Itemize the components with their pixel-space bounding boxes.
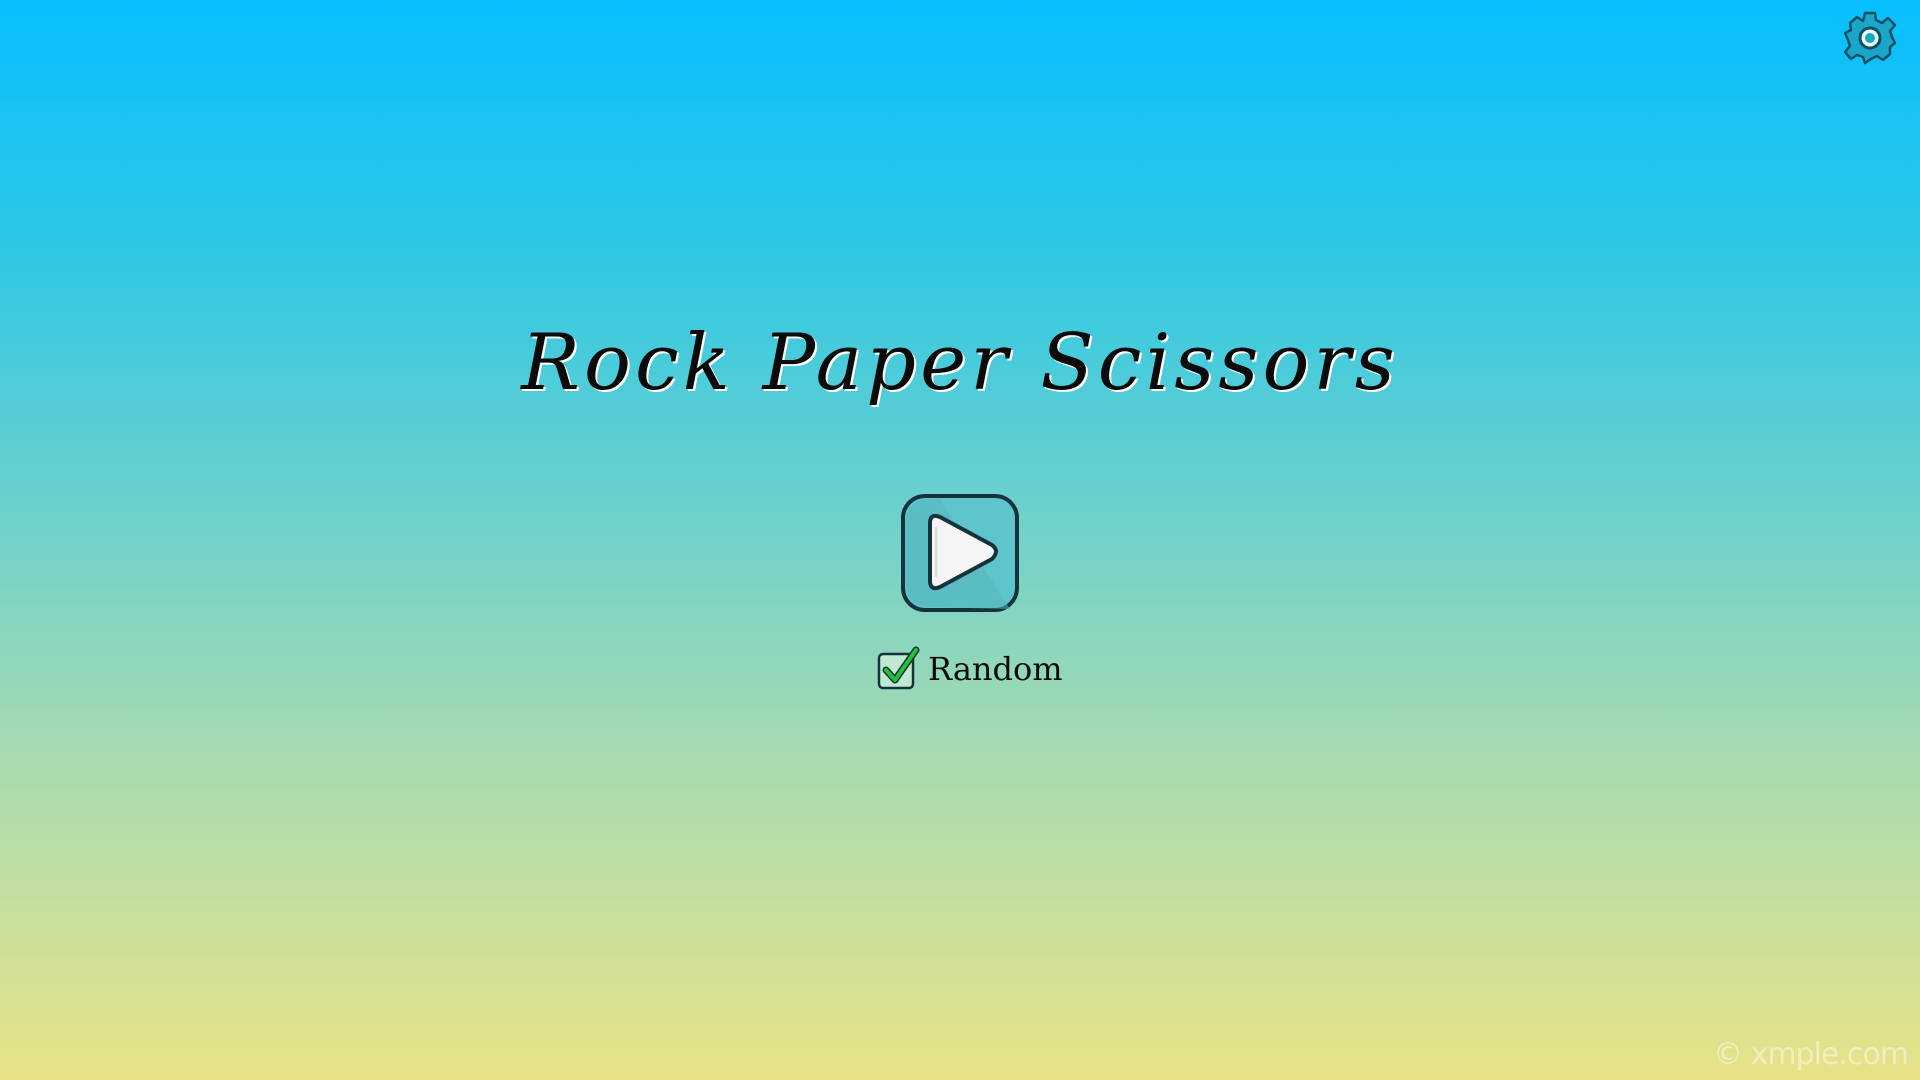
checkmark-icon — [877, 646, 920, 690]
random-toggle[interactable]: Random — [876, 646, 1063, 692]
play-button[interactable] — [900, 493, 1020, 613]
watermark: © xmple.com — [1713, 1037, 1909, 1072]
game-title: Rock Paper Scissors — [521, 318, 1399, 408]
random-checkbox[interactable] — [876, 646, 922, 692]
play-icon — [901, 494, 1019, 612]
random-label: Random — [928, 650, 1063, 688]
settings-button[interactable] — [1842, 10, 1898, 66]
gear-icon — [1843, 11, 1897, 65]
